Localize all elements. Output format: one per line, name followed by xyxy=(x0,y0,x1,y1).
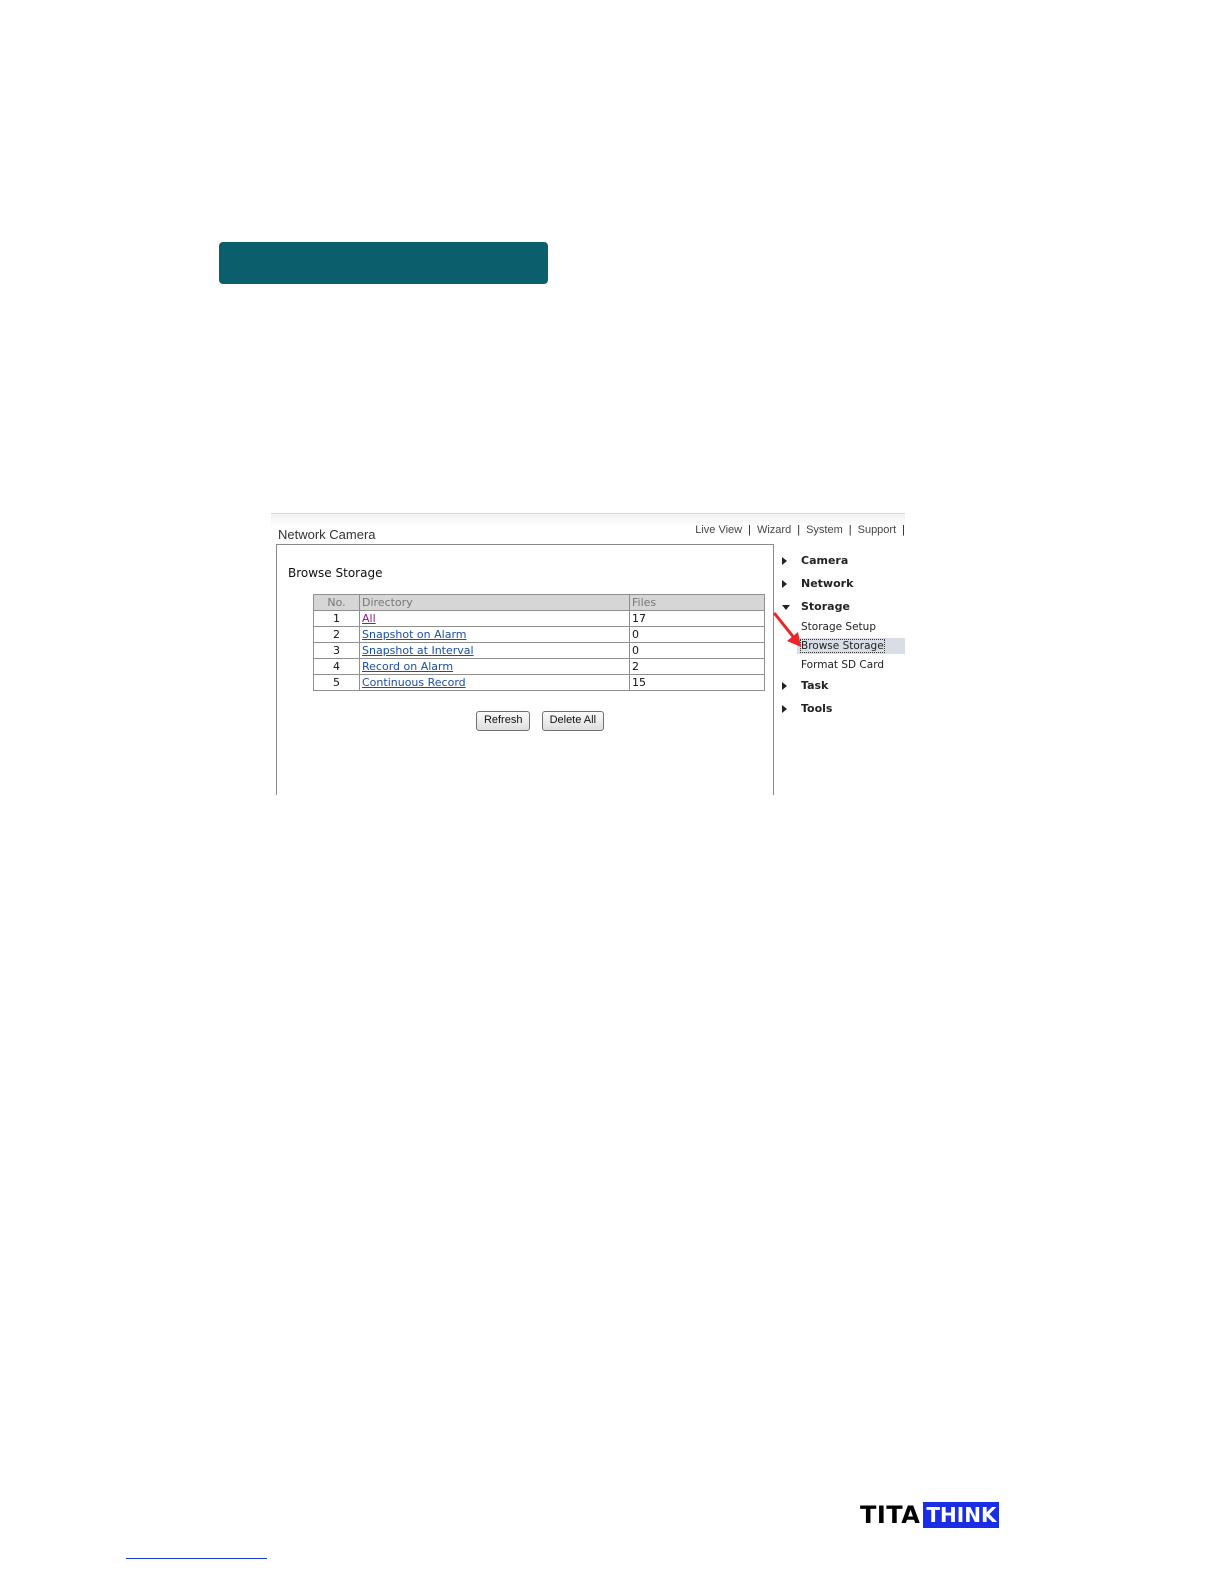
nav-wizard[interactable]: Wizard xyxy=(751,524,797,536)
submenu-item-storage-setup[interactable]: Storage Setup xyxy=(801,619,876,635)
row-no: 3 xyxy=(313,642,360,659)
top-nav: Live View | Wizard | System | Support | xyxy=(689,524,905,536)
row-no: 4 xyxy=(313,658,360,675)
app-title: Network Camera xyxy=(278,527,376,542)
nav-live-view[interactable]: Live View xyxy=(689,524,748,536)
table-row: 2 Snapshot on Alarm 0 xyxy=(313,626,765,643)
row-directory: Continuous Record xyxy=(359,674,630,691)
row-directory: Record on Alarm xyxy=(359,658,630,675)
nav-separator: | xyxy=(902,524,905,536)
menu-item-label: Network xyxy=(801,577,854,590)
submenu-item-label: Browse Storage xyxy=(800,639,885,653)
submenu-item-browse-storage[interactable]: Browse Storage xyxy=(797,638,905,654)
nav-support[interactable]: Support xyxy=(852,524,903,536)
table-row: 4 Record on Alarm 2 xyxy=(313,658,765,675)
directory-link-all[interactable]: All xyxy=(362,612,376,625)
brand-logo: TITA THINK xyxy=(860,1501,1000,1529)
section-banner xyxy=(219,242,548,284)
button-row: Refresh Delete All xyxy=(277,708,803,731)
directory-link-continuous-record[interactable]: Continuous Record xyxy=(362,676,466,689)
row-files: 0 xyxy=(629,626,765,643)
row-directory: All xyxy=(359,610,630,627)
chevron-right-icon xyxy=(782,580,787,588)
directory-link-snapshot-on-alarm[interactable]: Snapshot on Alarm xyxy=(362,628,466,641)
menu-item-label: Task xyxy=(801,679,829,692)
menu-item-label: Tools xyxy=(801,702,833,715)
app-header: Network Camera Live View | Wizard | Syst… xyxy=(271,513,905,544)
row-files: 0 xyxy=(629,642,765,659)
annotation-arrow-icon xyxy=(773,612,801,647)
chevron-right-icon xyxy=(782,705,787,713)
menu-item-label: Camera xyxy=(801,554,849,567)
table-row: 1 All 17 xyxy=(313,610,765,627)
submenu-item-format-sd-card[interactable]: Format SD Card xyxy=(801,657,884,673)
column-header-no: No. xyxy=(313,594,360,611)
nav-system[interactable]: System xyxy=(800,524,849,536)
storage-table: No. Directory Files 1 All 17 2 Snapshot … xyxy=(313,594,765,691)
camera-ui-screenshot: Network Camera Live View | Wizard | Syst… xyxy=(271,513,905,795)
chevron-right-icon xyxy=(782,682,787,690)
directory-link-record-on-alarm[interactable]: Record on Alarm xyxy=(362,660,453,673)
row-directory: Snapshot on Alarm xyxy=(359,626,630,643)
table-row: 5 Continuous Record 15 xyxy=(313,674,765,691)
row-directory: Snapshot at Interval xyxy=(359,642,630,659)
directory-link-snapshot-at-interval[interactable]: Snapshot at Interval xyxy=(362,644,474,657)
column-header-files: Files xyxy=(629,594,765,611)
chevron-right-icon xyxy=(782,557,787,565)
row-files: 2 xyxy=(629,658,765,675)
refresh-button[interactable]: Refresh xyxy=(475,711,531,731)
table-row: 3 Snapshot at Interval 0 xyxy=(313,642,765,659)
row-no: 5 xyxy=(313,674,360,691)
row-no: 1 xyxy=(313,610,360,627)
footer-rule xyxy=(126,1558,267,1559)
brand-logo-part1: TITA xyxy=(860,1501,921,1529)
row-files: 17 xyxy=(629,610,765,627)
chevron-down-icon xyxy=(782,605,790,610)
row-files: 15 xyxy=(629,674,765,691)
content-panel: Browse Storage No. Directory Files 1 All… xyxy=(276,544,774,795)
column-header-directory: Directory xyxy=(359,594,630,611)
panel-heading: Browse Storage xyxy=(288,566,383,580)
delete-all-button[interactable]: Delete All xyxy=(541,711,605,731)
brand-logo-part2: THINK xyxy=(923,1502,1000,1528)
row-no: 2 xyxy=(313,626,360,643)
table-header-row: No. Directory Files xyxy=(313,594,765,611)
menu-item-label: Storage xyxy=(801,600,850,613)
